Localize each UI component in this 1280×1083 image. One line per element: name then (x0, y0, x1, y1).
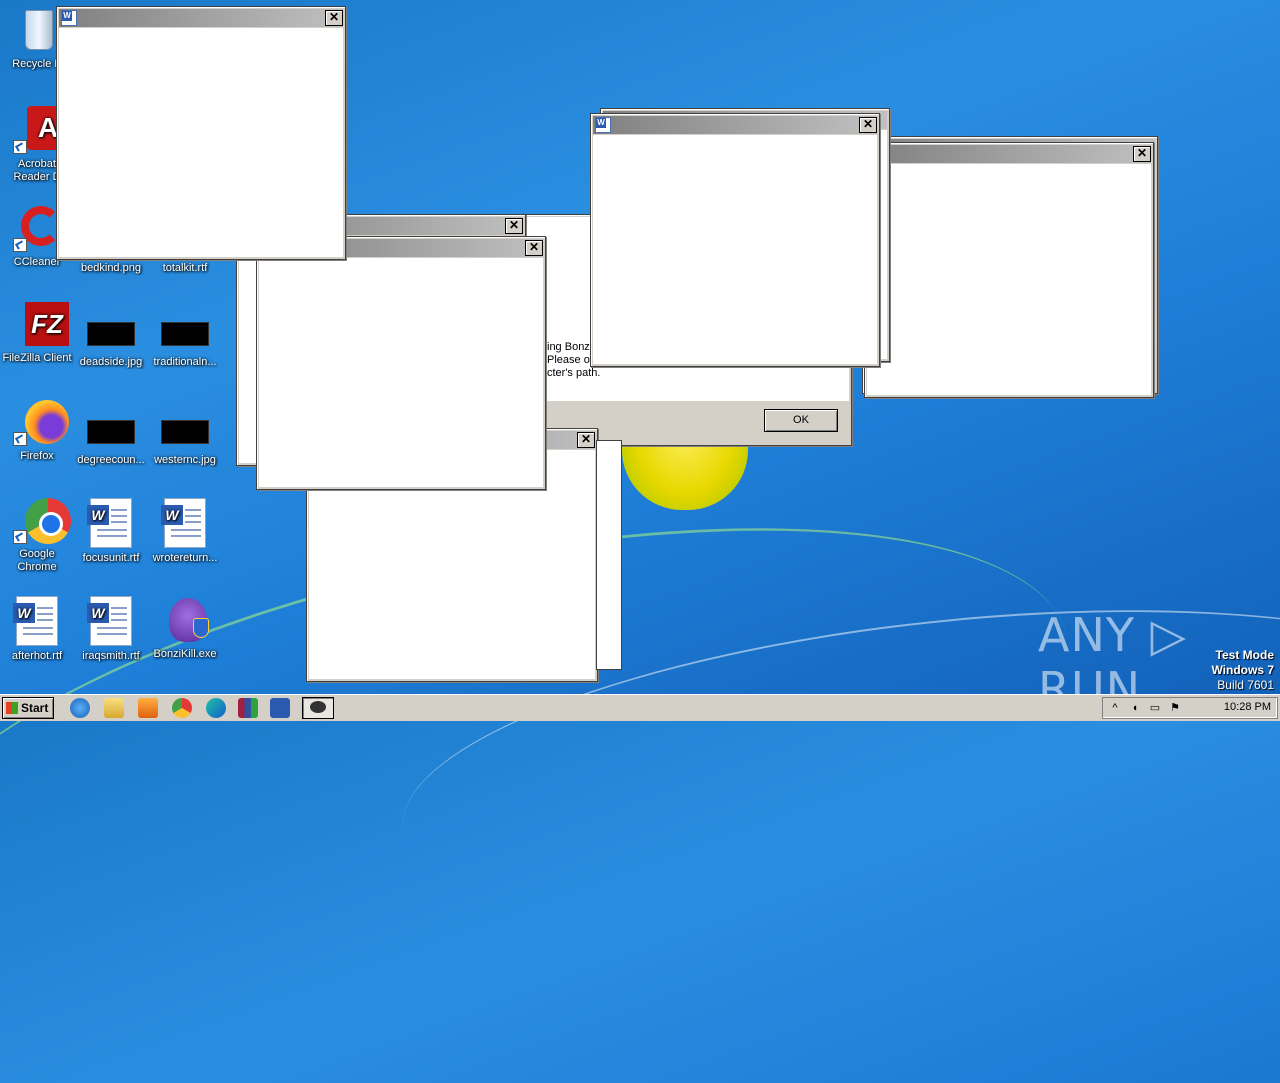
desktop-icon-label: iraqsmith.rtf (82, 650, 140, 662)
chrome-icon[interactable] (172, 698, 192, 718)
close-button[interactable]: ✕ (859, 117, 877, 133)
desktop-icon-label: traditionaln... (153, 356, 217, 368)
desktop-icon-bonzikill[interactable]: BonziKill.exe (148, 596, 222, 661)
bonzi-purple-gorilla-icon (161, 596, 209, 644)
action-center-flag-icon[interactable]: ⚑ (1169, 702, 1181, 714)
window-titlebar[interactable] (59, 9, 343, 27)
desktop-icon-label: FileZilla Client (2, 352, 72, 364)
start-button[interactable]: Start (2, 697, 54, 719)
chrome-icon (13, 496, 71, 544)
test-mode-notice: Test Mode Windows 7 Build 7601 (1211, 648, 1274, 693)
desktop-icon-degreecoun[interactable]: degreecoun... (74, 408, 148, 467)
desktop-icon-focusunit[interactable]: W focusunit.rtf (74, 498, 148, 565)
word-doc-icon: W (87, 596, 132, 646)
edge-icon[interactable] (206, 698, 226, 718)
desktop-icon-label: deadside.jpg (79, 356, 143, 368)
filezilla-icon: FZ (13, 300, 69, 348)
image-file-icon (87, 420, 135, 444)
blank-window[interactable]: ✕ (56, 6, 346, 260)
bonzi-icon (310, 701, 326, 713)
ok-button[interactable]: OK (764, 409, 838, 432)
desktop-icon-label: Google Chrome (17, 548, 57, 573)
test-mode-line: Windows 7 (1211, 663, 1274, 677)
blank-window[interactable]: ✕ (256, 236, 546, 490)
close-button[interactable]: ✕ (1133, 146, 1151, 162)
image-file-icon (161, 420, 209, 444)
desktop-icon-wrotereturn[interactable]: W wrotereturn... (148, 498, 222, 565)
close-button[interactable]: ✕ (577, 432, 595, 448)
word-app-icon (595, 117, 611, 133)
firefox-icon (13, 398, 69, 446)
desktop-icon-label: degreecoun... (77, 454, 145, 466)
close-button[interactable]: ✕ (325, 10, 343, 26)
media-player-icon[interactable] (138, 698, 158, 718)
desktop-icon-iraqsmith[interactable]: W iraqsmith.rtf (74, 596, 148, 663)
desktop-icon-chrome[interactable]: Google Chrome (0, 496, 74, 574)
word-doc-icon: W (87, 498, 132, 548)
system-tray: ^ ◖ ▭ ⚑ 10:28 PM (1102, 697, 1278, 719)
desktop-icon-label: bedkind.png (81, 262, 141, 274)
network-icon[interactable]: ▭ (1149, 702, 1161, 714)
desktop-icon-label: wrotereturn... (152, 552, 218, 564)
word-doc-icon: W (161, 498, 206, 548)
image-file-icon (87, 322, 135, 346)
desktop-icon-label: totalkit.rtf (162, 262, 208, 274)
window-titlebar[interactable] (593, 116, 877, 134)
desktop-icon-traditionaln[interactable]: traditionaln... (148, 310, 222, 369)
dialog-message-line: cter's path. (547, 367, 601, 379)
desktop-icon-deadside[interactable]: deadside.jpg (74, 310, 148, 369)
test-mode-line: Build 7601 (1217, 678, 1274, 692)
desktop-icon-westernc[interactable]: westernc.jpg (148, 408, 222, 467)
taskbar-item-bonzi[interactable] (302, 697, 334, 719)
desktop-icon-label: afterhot.rtf (11, 650, 63, 662)
close-button[interactable]: ✕ (505, 218, 523, 234)
window-edge (596, 440, 622, 670)
volume-icon[interactable]: ◖ (1129, 702, 1141, 714)
explorer-folder-icon[interactable] (104, 698, 124, 718)
desktop-icon-label: BonziKill.exe (153, 648, 217, 660)
blank-window[interactable]: ✕ (864, 142, 1154, 398)
image-file-icon (161, 322, 209, 346)
taskbar: Start ^ ◖ ▭ ⚑ 10:28 PM (0, 694, 1280, 721)
acrobat-icon: A (13, 106, 69, 154)
desktop-icon-firefox[interactable]: Firefox (0, 398, 74, 463)
word-icon[interactable] (270, 698, 290, 718)
desktop-icon-afterhot[interactable]: W afterhot.rtf (0, 596, 74, 663)
start-label: Start (21, 701, 49, 715)
desktop-icon-label: focusunit.rtf (82, 552, 140, 564)
show-hidden-icons-icon[interactable]: ^ (1109, 702, 1121, 714)
winrar-icon[interactable] (238, 698, 258, 718)
word-app-icon (61, 10, 77, 26)
test-mode-line: Test Mode (1215, 648, 1274, 662)
desktop-icon-filezilla[interactable]: FZ FileZilla Client (0, 300, 74, 365)
ccleaner-icon (13, 204, 61, 252)
recycle-bin-icon (13, 6, 61, 54)
window-titlebar[interactable] (867, 145, 1151, 163)
desktop-icon-label: westernc.jpg (154, 454, 216, 466)
desktop-icon-label: Firefox (20, 450, 54, 462)
word-doc-icon: W (13, 596, 58, 646)
close-button[interactable]: ✕ (525, 240, 543, 256)
internet-explorer-icon[interactable] (70, 698, 90, 718)
clock[interactable]: 10:28 PM (1224, 701, 1271, 713)
blank-window[interactable]: ✕ (590, 113, 880, 367)
windows-flag-icon (6, 702, 18, 714)
